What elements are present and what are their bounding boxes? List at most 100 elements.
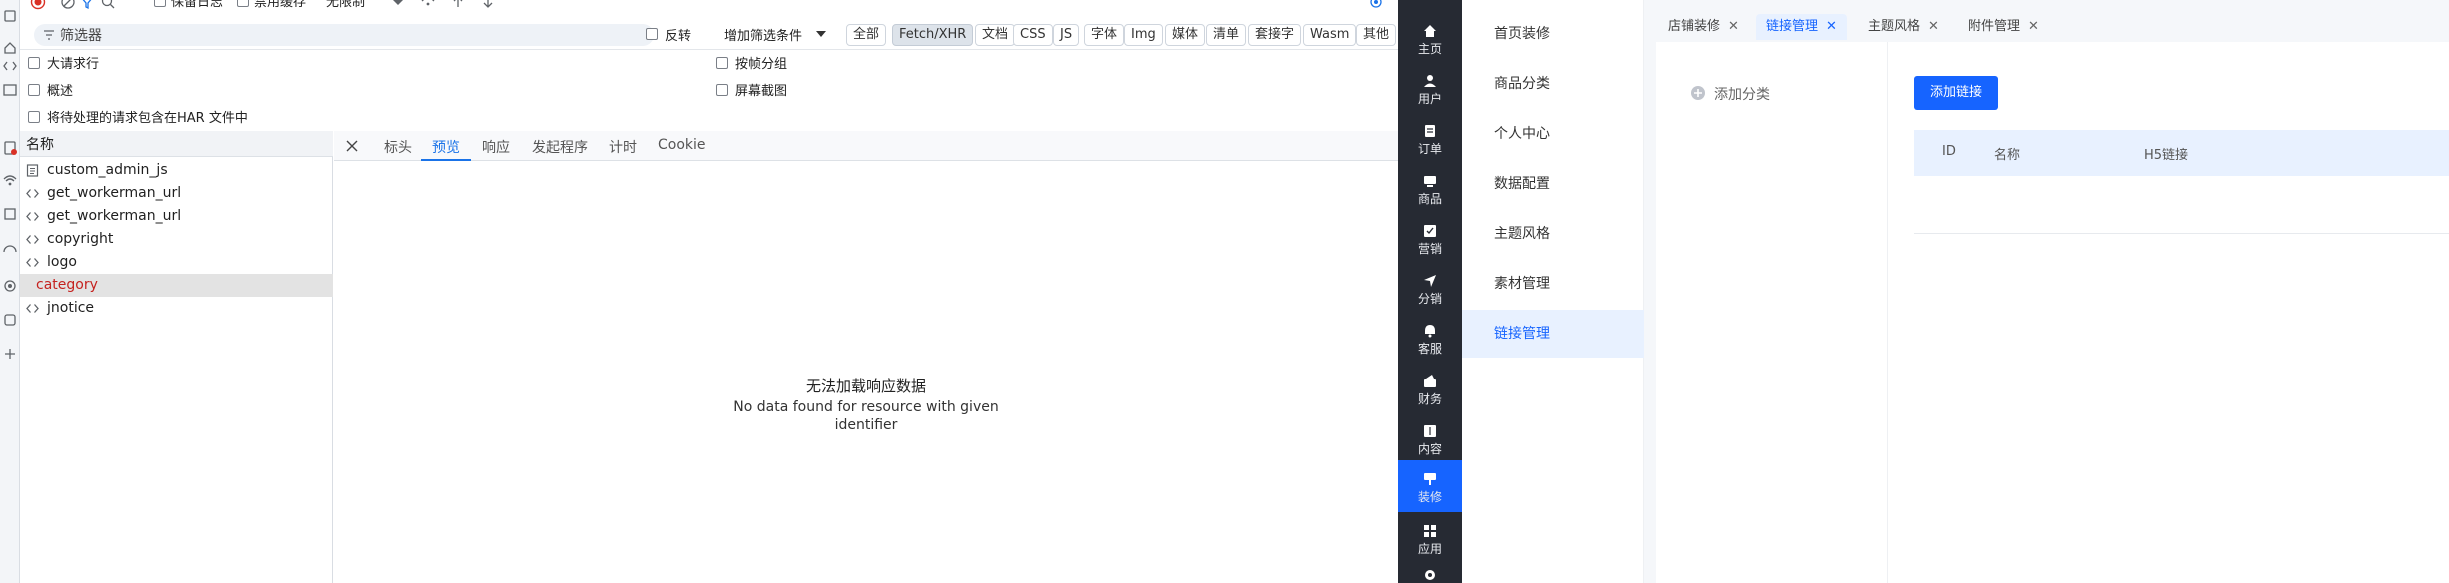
type-chip-media[interactable]: 媒体 — [1165, 24, 1206, 46]
submenu-item-goods-category[interactable]: 商品分类 — [1462, 60, 1644, 108]
rail-item-home[interactable]: 主页 — [1398, 14, 1462, 64]
rail-item-orders[interactable]: 订单 — [1398, 114, 1462, 164]
rail-item-users[interactable]: 用户 — [1398, 64, 1462, 114]
page-tab-theme[interactable]: 主题风格 ✕ — [1858, 14, 1949, 40]
settings-icon[interactable] — [1423, 568, 1437, 582]
type-chip-css[interactable]: CSS — [1013, 24, 1053, 46]
page-tab-attachments[interactable]: 附件管理 ✕ — [1958, 14, 2049, 40]
rail-item-decorate[interactable]: 装修 — [1398, 460, 1462, 512]
rail-item-distribution[interactable]: 分销 — [1398, 264, 1462, 314]
more-filters-chevron-icon[interactable] — [814, 27, 828, 41]
home-icon[interactable] — [2, 40, 18, 56]
xhr-icon — [26, 187, 39, 200]
screenshots-label: 屏幕截图 — [735, 84, 788, 99]
rail-label: 财务 — [1417, 392, 1442, 406]
request-row[interactable]: get_workerman_url — [20, 182, 333, 205]
type-chip-fetch-xhr[interactable]: Fetch/XHR — [892, 24, 974, 46]
overview-checkbox[interactable] — [28, 84, 40, 96]
upload-icon[interactable] — [450, 0, 466, 10]
close-icon[interactable]: ✕ — [1928, 19, 1939, 34]
request-row-selected[interactable]: category — [20, 274, 333, 297]
devtools-settings-icon[interactable] — [1368, 0, 1384, 10]
request-list-header[interactable]: 名称 — [20, 131, 333, 157]
network-conditions-icon[interactable] — [420, 0, 436, 10]
rail-item-apps[interactable]: 应用 — [1398, 514, 1462, 564]
request-row[interactable]: logo — [20, 251, 333, 274]
clear-icon[interactable] — [60, 0, 76, 10]
submenu-item-home-decoration[interactable]: 首页装修 — [1462, 10, 1644, 58]
rail-item-marketing[interactable]: 营销 — [1398, 214, 1462, 264]
rail-item-finance[interactable]: 财务 — [1398, 364, 1462, 414]
close-icon[interactable] — [344, 138, 360, 154]
tab-headers[interactable]: 标头 — [384, 137, 412, 157]
memory-icon[interactable] — [2, 206, 18, 222]
submenu-item-theme[interactable]: 主题风格 — [1462, 210, 1644, 258]
submenu-item-data-config[interactable]: 数据配置 — [1462, 160, 1644, 208]
more-tools-icon[interactable] — [2, 346, 18, 362]
active-tab-indicator — [421, 159, 471, 161]
record-icon[interactable] — [30, 0, 46, 10]
close-icon[interactable]: ✕ — [1728, 19, 1739, 34]
wifi-icon[interactable] — [2, 172, 18, 188]
type-chip-manifest[interactable]: 清单 — [1206, 24, 1247, 46]
filter-funnel-icon[interactable] — [79, 0, 95, 10]
rail-item-service[interactable]: 客服 — [1398, 314, 1462, 364]
rail-label: 应用 — [1417, 542, 1442, 556]
document-icon — [26, 164, 39, 177]
network-toolbar: 保留日志 禁用缓存 无限制 — [20, 0, 1398, 12]
type-chip-js[interactable]: JS — [1053, 24, 1080, 46]
application-icon[interactable] — [2, 312, 18, 328]
type-chip-img[interactable]: Img — [1124, 24, 1163, 46]
sources-icon[interactable] — [2, 58, 18, 74]
request-name: get_workerman_url — [47, 208, 182, 224]
request-row[interactable]: copyright — [20, 228, 333, 251]
more-filters-button[interactable]: 增加筛选条件 — [724, 25, 802, 44]
request-row[interactable]: custom_admin_js — [20, 159, 333, 182]
type-chip-wasm[interactable]: Wasm — [1303, 24, 1357, 46]
page-tab-link-management[interactable]: 链接管理 ✕ — [1756, 14, 1847, 40]
chevron-down-icon[interactable] — [390, 0, 406, 10]
screenshots-checkbox[interactable] — [716, 84, 728, 96]
network-icon[interactable] — [2, 140, 18, 156]
group-by-frame-checkbox[interactable] — [716, 57, 728, 69]
preserve-log-checkbox[interactable] — [154, 0, 166, 7]
search-icon[interactable] — [100, 0, 116, 10]
page-tab-store-decoration[interactable]: 店铺装修 ✕ — [1658, 14, 1749, 40]
add-link-button[interactable]: 添加链接 — [1914, 76, 1999, 110]
tab-preview[interactable]: 预览 — [432, 137, 460, 157]
type-chip-socket[interactable]: 套接字 — [1248, 24, 1302, 46]
tab-response[interactable]: 响应 — [482, 137, 510, 157]
settings-gear-icon[interactable] — [2, 278, 18, 294]
rail-item-goods[interactable]: 商品 — [1398, 164, 1462, 214]
submenu-item-personal-center[interactable]: 个人中心 — [1462, 110, 1644, 158]
performance-icon[interactable] — [2, 240, 18, 256]
disable-cache-checkbox[interactable] — [237, 0, 249, 7]
big-request-rows-checkbox[interactable] — [28, 57, 40, 69]
type-chip-other[interactable]: 其他 — [1356, 24, 1397, 46]
close-icon[interactable]: ✕ — [2028, 19, 2039, 34]
request-row[interactable]: jnotice — [20, 297, 333, 320]
request-row[interactable]: get_workerman_url — [20, 205, 333, 228]
type-chip-font[interactable]: 字体 — [1084, 24, 1125, 46]
close-icon[interactable]: ✕ — [1826, 19, 1837, 34]
filter-input[interactable]: 筛选器 — [34, 24, 654, 46]
tab-timing[interactable]: 计时 — [609, 137, 637, 157]
rail-item-content[interactable]: 内容 — [1398, 414, 1462, 464]
type-chip-all[interactable]: 全部 — [846, 24, 887, 46]
invert-checkbox[interactable] — [646, 28, 658, 40]
column-header-id[interactable]: ID — [1942, 144, 1956, 159]
type-chip-doc[interactable]: 文档 — [975, 24, 1016, 46]
elements-icon[interactable] — [2, 8, 18, 24]
page-tab-bar: 店铺装修 ✕ 链接管理 ✕ 主题风格 ✕ 附件管理 ✕ — [1644, 8, 2449, 42]
submenu-item-link-management[interactable]: 链接管理 — [1462, 310, 1644, 358]
console-icon[interactable] — [2, 82, 18, 98]
tab-cookie[interactable]: Cookie — [658, 137, 706, 153]
har-pending-checkbox[interactable] — [28, 111, 40, 123]
column-header-name[interactable]: 名称 — [1994, 144, 2020, 163]
submenu-item-material[interactable]: 素材管理 — [1462, 260, 1644, 308]
throttling-select[interactable]: 无限制 — [326, 0, 365, 10]
column-header-h5-link[interactable]: H5链接 — [2144, 144, 2188, 163]
tab-initiator[interactable]: 发起程序 — [532, 137, 588, 157]
download-icon[interactable] — [480, 0, 496, 10]
request-name: logo — [47, 254, 77, 270]
